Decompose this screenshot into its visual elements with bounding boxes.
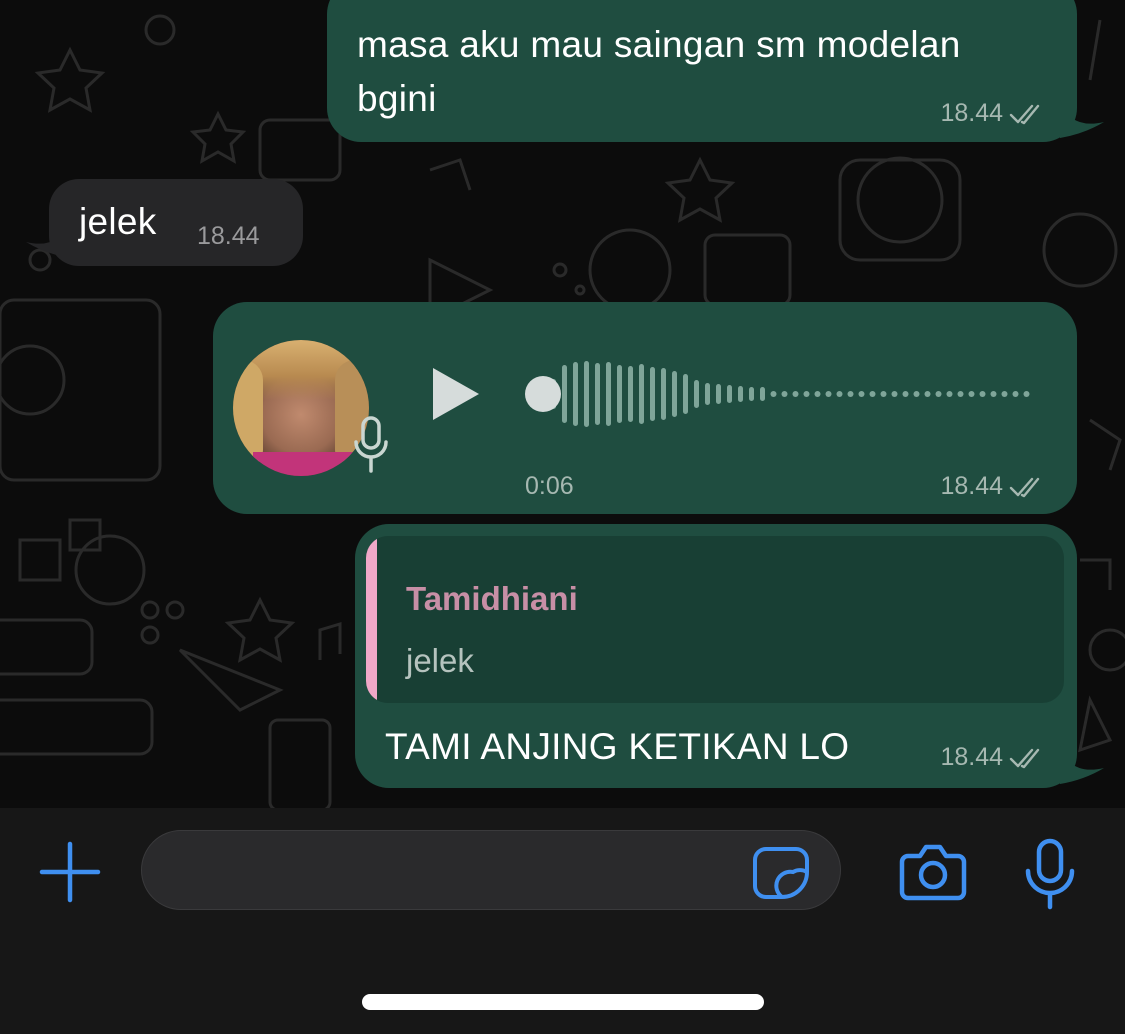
waveform-bar	[716, 384, 721, 404]
message-text: TAMI ANJING KETIKAN LO	[385, 726, 850, 767]
waveform-dot	[880, 391, 887, 397]
waveform-dot	[1023, 391, 1030, 397]
message-bubble-incoming[interactable]: jelek 18.44	[49, 179, 303, 266]
waveform-dot	[1001, 391, 1008, 397]
waveform-bar	[584, 361, 589, 427]
reply-message-bubble[interactable]: Tamidhiani jelek TAMI ANJING KETIKAN LO …	[355, 524, 1077, 788]
waveform-dot	[924, 391, 931, 397]
waveform-dot	[803, 391, 810, 397]
message-bubble-outgoing[interactable]: masa aku mau saingan sm modelan bgini 18…	[327, 0, 1077, 142]
waveform-bar	[694, 380, 699, 408]
double-check-icon	[1009, 748, 1040, 768]
waveform-dot	[990, 391, 997, 397]
microphone-icon[interactable]	[1022, 838, 1078, 910]
quoted-author: Tamidhiani	[406, 580, 578, 617]
waveform-dot	[1012, 391, 1019, 397]
bubble-tail	[1060, 100, 1104, 138]
message-time: 18.44	[197, 222, 260, 250]
playback-scrubber-handle	[525, 376, 561, 412]
message-meta: 18.44	[197, 222, 260, 251]
waveform-bar	[573, 362, 578, 426]
bubble-tail	[1060, 746, 1104, 784]
sticker-icon[interactable]	[752, 846, 810, 900]
message-time: 18.44	[940, 472, 1003, 500]
bubble-tail	[26, 220, 70, 258]
waveform-dot	[814, 391, 821, 397]
message-time: 18.44	[940, 99, 1003, 127]
waveform-dot	[913, 391, 920, 397]
voice-message-bubble[interactable]: 0:06 18.44	[213, 302, 1077, 514]
waveform-dot	[957, 391, 964, 397]
quoted-text: jelek	[406, 642, 474, 679]
waveform-dot	[770, 391, 777, 397]
waveform-dot	[792, 391, 799, 397]
waveform-dot	[858, 391, 865, 397]
waveform-bar	[727, 385, 732, 403]
waveform-dot	[869, 391, 876, 397]
message-text-line: masa aku mau saingan sm modelan	[357, 24, 961, 65]
waveform-dot	[825, 391, 832, 397]
waveform-bar	[672, 371, 677, 417]
home-indicator[interactable]	[362, 994, 764, 1010]
message-input[interactable]	[141, 830, 841, 910]
waveform-dot	[902, 391, 909, 397]
voice-waveform[interactable]	[521, 354, 1036, 434]
play-icon[interactable]	[433, 368, 481, 420]
waveform-bar	[628, 366, 633, 422]
message-text: jelek	[79, 201, 157, 242]
waveform-bar	[650, 367, 655, 421]
message-time: 18.44	[940, 743, 1003, 771]
quote-bar	[366, 536, 377, 703]
waveform-dot	[968, 391, 975, 397]
plus-icon[interactable]	[38, 840, 102, 904]
waveform-dot	[946, 391, 953, 397]
waveform-dot	[836, 391, 843, 397]
waveform-bar	[749, 387, 754, 401]
waveform-bar	[683, 374, 688, 414]
waveform-dot	[781, 391, 788, 397]
waveform-dot	[979, 391, 986, 397]
voice-duration: 0:06	[525, 472, 574, 500]
waveform-bar	[606, 362, 611, 426]
waveform-bar	[738, 386, 743, 402]
waveform-bar	[595, 363, 600, 425]
microphone-badge-icon	[354, 416, 388, 473]
waveform-bar	[661, 368, 666, 420]
waveform-bar	[562, 365, 567, 423]
waveform-bar	[760, 387, 765, 401]
double-check-icon	[1009, 104, 1040, 124]
waveform-bar	[705, 383, 710, 405]
waveform-dot	[891, 391, 898, 397]
camera-icon[interactable]	[898, 842, 968, 902]
waveform-dot	[935, 391, 942, 397]
quoted-message[interactable]: Tamidhiani jelek	[366, 536, 1064, 703]
waveform-bar	[617, 365, 622, 423]
message-meta: 18.44	[940, 743, 1045, 772]
waveform-bar	[639, 364, 644, 424]
message-meta: 18.44	[940, 99, 1045, 128]
waveform-dot	[847, 391, 854, 397]
double-check-icon	[1009, 477, 1040, 497]
message-meta: 18.44	[940, 472, 1045, 501]
sender-avatar	[233, 340, 369, 476]
